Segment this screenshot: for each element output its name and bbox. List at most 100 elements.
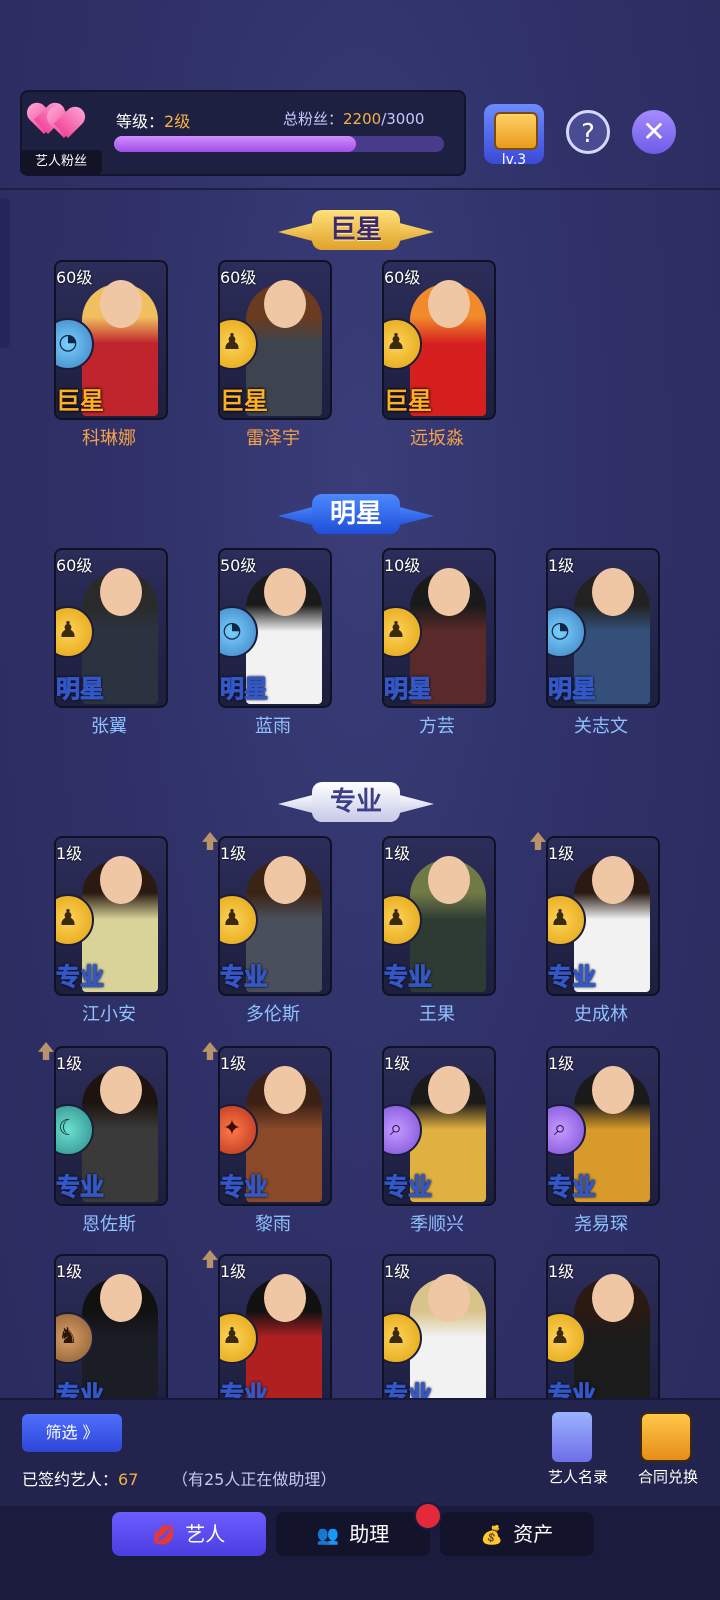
artist-face	[100, 1274, 142, 1322]
roster-book-icon[interactable]	[552, 1412, 592, 1462]
side-drawer-handle[interactable]	[0, 198, 10, 348]
artist-face	[264, 280, 306, 328]
artist-rank: 明星	[220, 675, 269, 704]
notification-dot	[414, 1502, 442, 1530]
artist-level: 1级	[56, 1262, 83, 1281]
lips-icon: 💋	[152, 1525, 176, 1546]
artist-name[interactable]: 史成林	[546, 1000, 656, 1026]
artist-card[interactable]: 50级 ◔ 明星	[218, 548, 332, 708]
roster-button-label[interactable]: 艺人名录	[538, 1466, 618, 1487]
artist-card[interactable]: 60级 ♟ 明星	[54, 548, 168, 708]
artist-level: 60级	[56, 268, 93, 287]
artist-rank: 明星	[384, 675, 433, 704]
artist-face	[100, 280, 142, 328]
artist-level: 1级	[548, 556, 575, 575]
studio-level-label: lv.3	[501, 152, 527, 168]
artist-card[interactable]: 60级 ◔ 巨星	[54, 260, 168, 420]
tab-assistant[interactable]: 👥 助理	[276, 1512, 430, 1556]
artist-card[interactable]: 1级 ♟ 专业	[382, 836, 496, 996]
artist-rank: 专业	[384, 963, 433, 992]
artist-card[interactable]: 1级 ◔ 明星	[546, 548, 660, 708]
fan-label: 艺人粉丝	[20, 150, 102, 174]
artist-level: 1级	[548, 1054, 575, 1073]
contract-button-label[interactable]: 合同兑换	[628, 1466, 708, 1487]
close-button[interactable]: ✕	[632, 110, 676, 154]
artist-name[interactable]: 关志文	[546, 712, 656, 738]
artist-name[interactable]: 江小安	[54, 1000, 164, 1026]
artist-card[interactable]: 1级 ☾ 专业	[54, 1046, 168, 1206]
fans-total: /3000	[381, 110, 425, 128]
artist-name[interactable]: 张翼	[54, 712, 164, 738]
question-icon: ?	[581, 119, 595, 149]
artist-card[interactable]: 1级 ♟ 专业	[546, 836, 660, 996]
artist-name[interactable]: 蓝雨	[218, 712, 328, 738]
artist-card[interactable]: 1级 ♟ 专业	[54, 836, 168, 996]
artist-rank: 巨星	[56, 387, 104, 415]
artist-card[interactable]: 1级 ♟ 专业	[546, 1254, 660, 1414]
artist-card[interactable]: 1级 ♟ 专业	[218, 1254, 332, 1414]
artist-level: 50级	[220, 556, 257, 575]
artist-face	[100, 1066, 142, 1114]
artist-face	[428, 280, 470, 328]
artist-name[interactable]: 王果	[382, 1000, 492, 1026]
artist-name[interactable]: 远坂淼	[382, 424, 492, 450]
level-label: 等级：2级	[116, 112, 191, 131]
artist-card[interactable]: 1级 ⌕ 专业	[382, 1046, 496, 1206]
artist-face	[428, 568, 470, 616]
artist-face	[592, 856, 634, 904]
artist-face	[264, 568, 306, 616]
artist-face	[428, 1066, 470, 1114]
artist-card[interactable]: 1级 ⌕ 专业	[546, 1046, 660, 1206]
artist-name[interactable]: 雷泽宇	[218, 424, 328, 450]
artist-name[interactable]: 黎雨	[218, 1210, 328, 1236]
artist-rank: 专业	[56, 1173, 105, 1202]
upgrade-arrow-icon	[38, 1042, 54, 1060]
artist-rank: 明星	[56, 675, 105, 704]
artist-card[interactable]: 10级 ♟ 明星	[382, 548, 496, 708]
artist-rank: 专业	[548, 963, 597, 992]
signed-count: 67	[118, 1470, 139, 1489]
level-value: 2级	[164, 112, 191, 131]
artist-card[interactable]: 1级 ✦ 专业	[218, 1046, 332, 1206]
tab-artist[interactable]: 💋 艺人	[112, 1512, 266, 1556]
artist-level: 1级	[56, 1054, 83, 1073]
section-banner-superstar: 巨星	[278, 206, 434, 254]
artist-rank: 专业	[56, 963, 105, 992]
close-icon: ✕	[642, 115, 666, 148]
contract-folder-icon[interactable]	[640, 1412, 692, 1462]
assistant-note: （有25人正在做助理）	[172, 1470, 337, 1489]
artist-card[interactable]: 60级 ♟ 巨星	[218, 260, 332, 420]
filter-button[interactable]: 筛选 》	[22, 1414, 122, 1452]
artist-name[interactable]: 多伦斯	[218, 1000, 328, 1026]
artist-face	[592, 1066, 634, 1114]
artist-level: 10级	[384, 556, 421, 575]
artist-name[interactable]: 尧易琛	[546, 1210, 656, 1236]
artist-card[interactable]: 1级 ♟ 专业	[382, 1254, 496, 1414]
artist-name[interactable]: 科琳娜	[54, 424, 164, 450]
artist-name[interactable]: 方芸	[382, 712, 492, 738]
tab-assets[interactable]: 💰 资产	[440, 1512, 594, 1556]
artist-level: 1级	[384, 1262, 411, 1281]
artist-card[interactable]: 60级 ♟ 巨星	[382, 260, 496, 420]
artist-name[interactable]: 季顺兴	[382, 1210, 492, 1236]
artist-face	[100, 568, 142, 616]
artist-rank: 巨星	[220, 387, 268, 415]
artist-level: 60级	[56, 556, 93, 575]
artist-face	[592, 568, 634, 616]
artist-level: 60级	[220, 268, 257, 287]
artist-level: 1级	[548, 1262, 575, 1281]
artist-card[interactable]: 1级 ♟ 专业	[218, 836, 332, 996]
fans-current: 2200	[343, 110, 382, 128]
artist-name[interactable]: 恩佐斯	[54, 1210, 164, 1236]
artist-level: 1级	[56, 844, 83, 863]
artist-level: 1级	[548, 844, 575, 863]
artist-face	[264, 1274, 306, 1322]
artist-face	[428, 1274, 470, 1322]
help-button[interactable]: ?	[566, 110, 610, 154]
artist-rank: 明星	[548, 675, 597, 704]
upgrade-arrow-icon	[202, 1250, 218, 1268]
upgrade-arrow-icon	[530, 832, 546, 850]
artist-card[interactable]: 1级 ♞ 专业	[54, 1254, 168, 1414]
artist-face	[592, 1274, 634, 1322]
upgrade-arrow-icon	[202, 832, 218, 850]
